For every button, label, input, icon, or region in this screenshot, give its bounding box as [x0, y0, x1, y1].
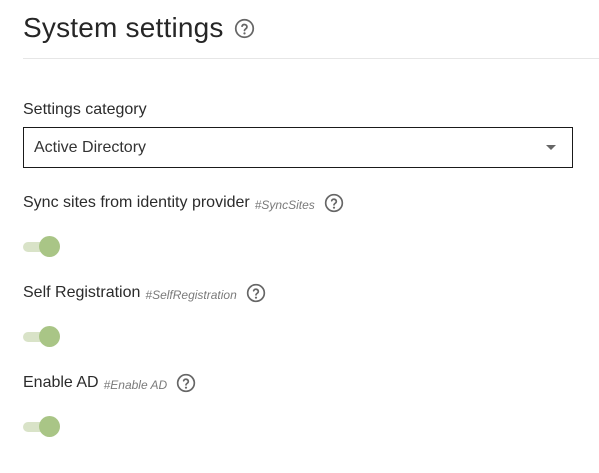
title-row: System settings: [23, 8, 599, 48]
settings-category-label: Settings category: [23, 101, 147, 118]
page-title: System settings: [23, 12, 224, 43]
help-circle-icon[interactable]: [234, 18, 255, 39]
setting-label-row: Self Registration #SelfRegistration: [23, 280, 583, 306]
settings-category-select[interactable]: Active Directory: [23, 127, 573, 168]
help-circle-icon[interactable]: [176, 373, 196, 393]
setting-key: #Enable AD: [103, 377, 168, 392]
setting-key: #SelfRegistration: [145, 287, 237, 302]
toggle-knob: [39, 326, 60, 347]
caret-down-icon: [546, 145, 556, 150]
setting-label: Self Registration: [23, 284, 141, 301]
settings-category: Settings category Active Directory: [23, 99, 573, 168]
setting-label: Sync sites from identity provider: [23, 194, 250, 211]
enable-ad-toggle[interactable]: [23, 416, 61, 438]
setting-label-row: Sync sites from identity provider #SyncS…: [23, 190, 583, 216]
setting-enable-ad: Enable AD #Enable AD: [23, 370, 583, 438]
setting-key: #SyncSites: [254, 197, 315, 212]
help-circle-icon[interactable]: [246, 283, 266, 303]
toggle-knob: [39, 236, 60, 257]
self-registration-toggle[interactable]: [23, 326, 61, 348]
setting-label-row: Enable AD #Enable AD: [23, 370, 583, 396]
help-circle-icon[interactable]: [324, 193, 344, 213]
settings-category-value: Active Directory: [34, 138, 147, 156]
setting-sync-sites: Sync sites from identity provider #SyncS…: [23, 190, 583, 258]
page-header: System settings: [23, 8, 599, 59]
setting-label: Enable AD: [23, 374, 99, 391]
toggle-knob: [39, 416, 60, 437]
sync-sites-toggle[interactable]: [23, 236, 61, 258]
setting-self-registration: Self Registration #SelfRegistration: [23, 280, 583, 348]
